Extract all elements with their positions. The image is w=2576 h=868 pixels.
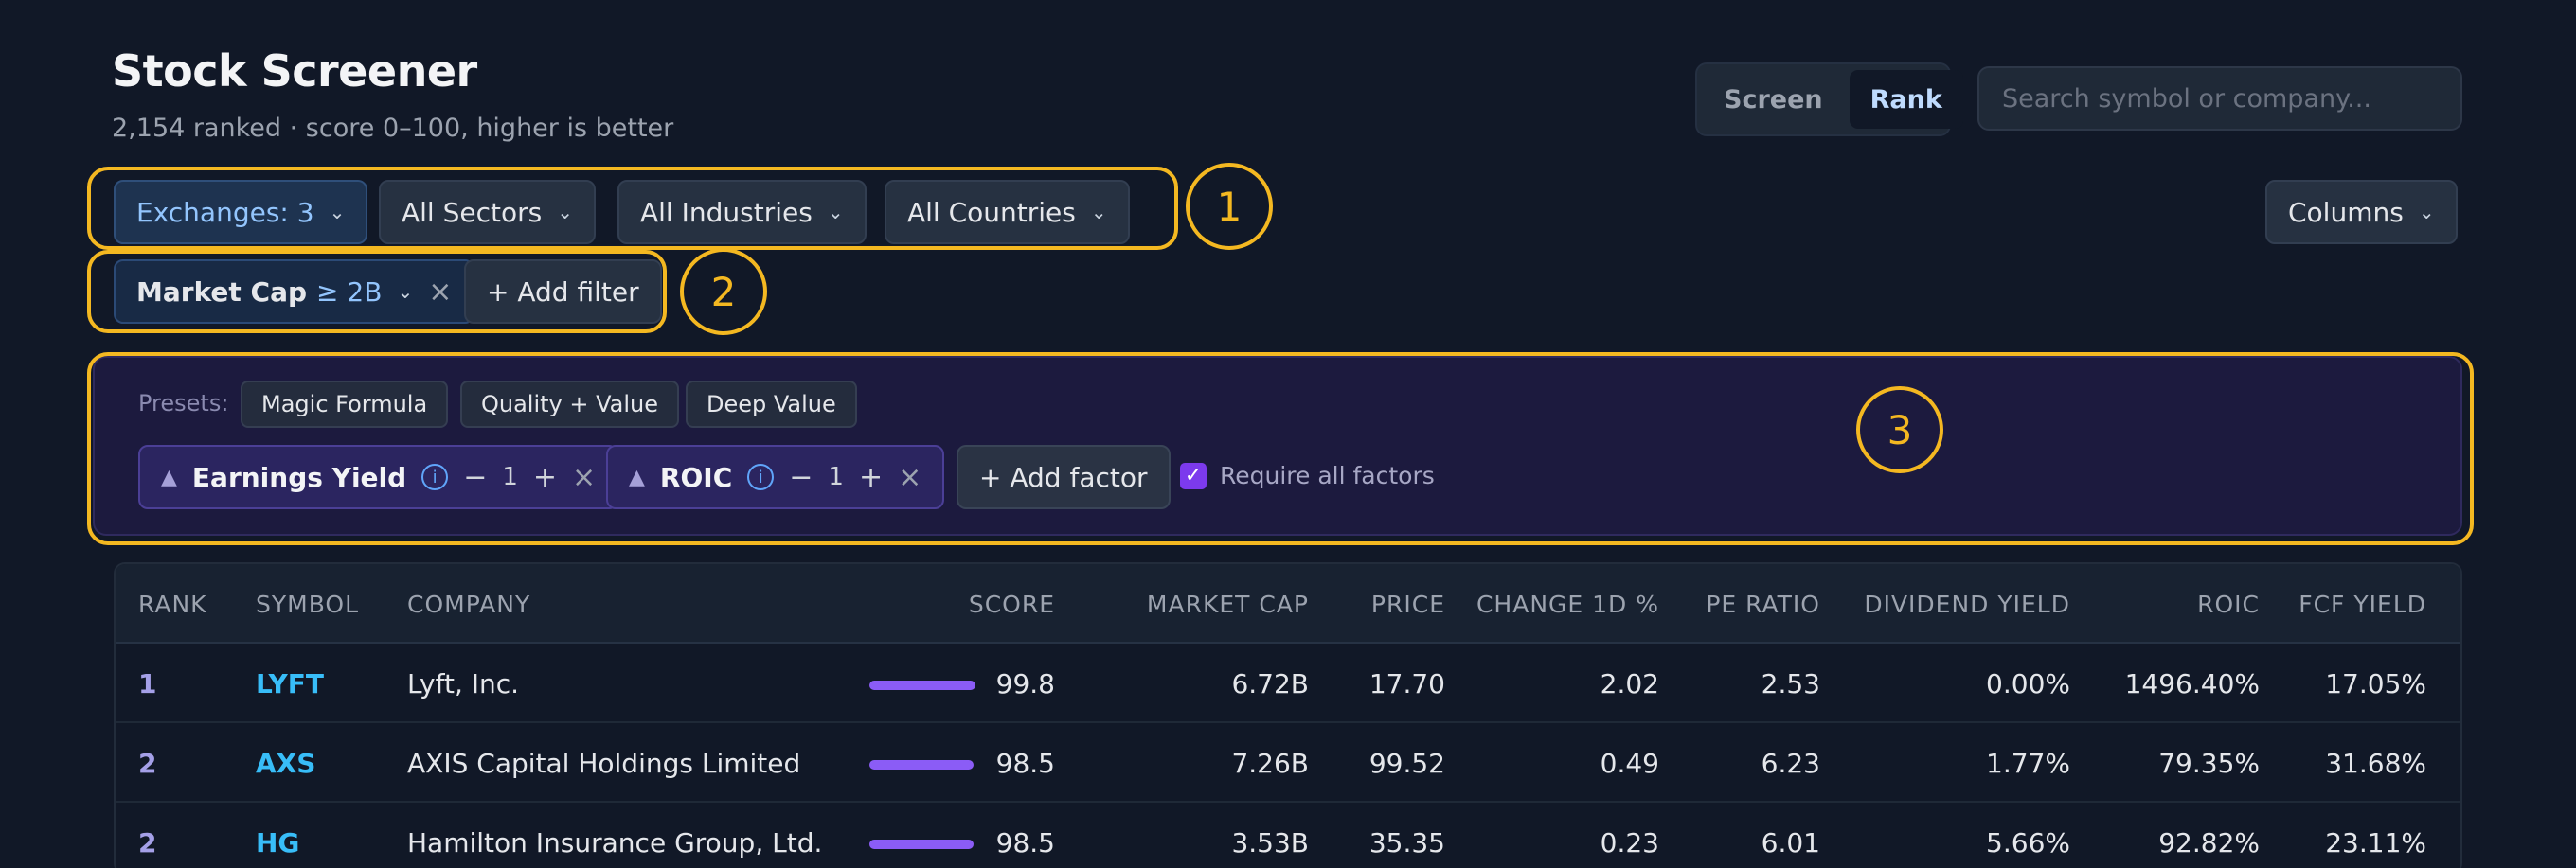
cell-change: 2.02 — [1600, 668, 1659, 700]
page-subtitle: 2,154 ranked · score 0–100, higher is be… — [112, 114, 674, 143]
cell-score: 99.8 — [995, 668, 1055, 700]
chevron-down-icon: ⌄ — [2418, 201, 2435, 223]
col-dividend-yield[interactable]: DIVIDEND YIELD — [1864, 591, 2070, 618]
cell-change: 0.23 — [1600, 827, 1659, 859]
col-price[interactable]: PRICE — [1371, 591, 1445, 618]
score-bar — [869, 840, 975, 849]
annotation-box-3 — [87, 352, 2474, 545]
cell-market-cap: 6.72B — [1231, 668, 1309, 700]
cell-company: Lyft, Inc. — [407, 668, 520, 700]
cell-market-cap: 7.26B — [1231, 748, 1309, 779]
cell-company: AXIS Capital Holdings Limited — [407, 748, 801, 779]
annotation-marker-3: 3 — [1856, 386, 1943, 473]
col-pe-ratio[interactable]: PE RATIO — [1706, 591, 1820, 618]
annotation-box-1 — [87, 167, 1178, 250]
rank-mode-button[interactable]: Rank — [1849, 70, 1963, 129]
results-table: RANK SYMBOL COMPANY SCORE MARKET CAP PRI… — [114, 562, 2462, 868]
table-header: RANK SYMBOL COMPANY SCORE MARKET CAP PRI… — [116, 564, 2460, 644]
search-input[interactable] — [1977, 66, 2462, 131]
cell-symbol[interactable]: LYFT — [256, 668, 324, 700]
cell-fcf-yield: 31.68% — [2325, 748, 2426, 779]
cell-company: Hamilton Insurance Group, Ltd. — [407, 827, 823, 859]
cell-price: 35.35 — [1368, 827, 1445, 859]
cell-roic: 79.35% — [2158, 748, 2260, 779]
cell-rank: 2 — [138, 748, 157, 779]
cell-pe: 2.53 — [1761, 668, 1820, 700]
cell-roic: 92.82% — [2158, 827, 2260, 859]
annotation-marker-2: 2 — [680, 248, 767, 335]
cell-symbol[interactable]: AXS — [256, 748, 315, 779]
columns-dropdown[interactable]: Columns ⌄ — [2265, 180, 2458, 244]
cell-rank: 2 — [138, 827, 157, 859]
table-row[interactable]: 1 LYFT Lyft, Inc. 99.8 6.72B 17.70 2.02 … — [116, 644, 2460, 723]
col-roic[interactable]: ROIC — [2197, 591, 2260, 618]
annotation-box-2 — [87, 250, 667, 333]
cell-price: 17.70 — [1368, 668, 1445, 700]
cell-rank: 1 — [138, 668, 157, 700]
score-bar — [869, 760, 975, 770]
col-market-cap[interactable]: MARKET CAP — [1147, 591, 1309, 618]
cell-fcf-yield: 23.11% — [2325, 827, 2426, 859]
mode-toggle: Screen Rank — [1695, 62, 1963, 136]
cell-score: 98.5 — [995, 748, 1055, 779]
col-rank[interactable]: RANK — [138, 591, 207, 618]
col-symbol[interactable]: SYMBOL — [256, 591, 359, 618]
cell-roic: 1496.40% — [2124, 668, 2260, 700]
cell-dividend-yield: 1.77% — [1986, 748, 2070, 779]
cell-score: 98.5 — [995, 827, 1055, 859]
page-title: Stock Screener — [112, 45, 477, 97]
cell-price: 99.52 — [1368, 748, 1445, 779]
cell-change: 0.49 — [1600, 748, 1659, 779]
screen-mode-button[interactable]: Screen — [1703, 70, 1844, 129]
cell-market-cap: 3.53B — [1231, 827, 1309, 859]
cell-fcf-yield: 17.05% — [2325, 668, 2426, 700]
score-bar — [869, 681, 975, 690]
table-row[interactable]: 2 HG Hamilton Insurance Group, Ltd. 98.5… — [116, 803, 2460, 868]
cell-pe: 6.01 — [1761, 827, 1820, 859]
annotation-marker-1: 1 — [1186, 163, 1273, 250]
col-score[interactable]: SCORE — [969, 591, 1055, 618]
columns-label: Columns — [2288, 196, 2404, 228]
table-row[interactable]: 2 AXS AXIS Capital Holdings Limited 98.5… — [116, 723, 2460, 803]
col-company[interactable]: COMPANY — [407, 591, 530, 618]
cell-dividend-yield: 5.66% — [1986, 827, 2070, 859]
col-fcf-yield[interactable]: FCF YIELD — [2299, 591, 2426, 618]
cell-symbol[interactable]: HG — [256, 827, 299, 859]
col-change[interactable]: CHANGE 1D % — [1476, 591, 1659, 618]
cell-pe: 6.23 — [1761, 748, 1820, 779]
cell-dividend-yield: 0.00% — [1986, 668, 2070, 700]
